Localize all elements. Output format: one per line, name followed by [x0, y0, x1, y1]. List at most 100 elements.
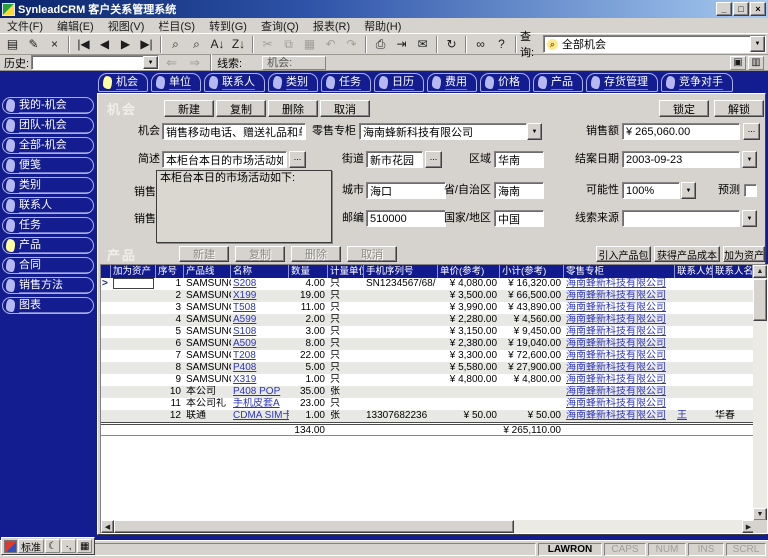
add-as-asset-button[interactable]: 加为资产 — [723, 246, 765, 262]
product-link[interactable]: A509 — [233, 338, 256, 349]
counter-link[interactable]: 海南蜂新科技有限公司 — [566, 278, 666, 289]
history-dropdown-button[interactable]: ▼ — [143, 56, 158, 69]
asset-cell-editor[interactable] — [113, 278, 154, 289]
edit-record-icon[interactable]: ✎ — [23, 35, 44, 54]
lead-source-input[interactable] — [622, 210, 740, 227]
col-asset[interactable]: 加为资产 — [111, 265, 156, 278]
back-icon[interactable]: ⇐ — [161, 53, 182, 72]
product-link[interactable]: S208 — [233, 278, 256, 289]
counter-dropdown-button[interactable]: ▼ — [527, 123, 542, 140]
zip-input[interactable] — [366, 210, 446, 227]
counter-link[interactable]: 海南蜂新科技有限公司 — [566, 350, 666, 361]
refresh-icon[interactable]: ↻ — [441, 35, 462, 54]
tab-opportunity[interactable]: 机会 — [98, 73, 148, 92]
menu-item-3[interactable]: 栏目(S) — [151, 18, 202, 34]
col-qty[interactable]: 数量 — [289, 265, 328, 278]
find-binoculars-icon[interactable]: ∞ — [470, 35, 491, 54]
sidebar-item-categories[interactable]: 类别 — [2, 177, 94, 194]
table-row[interactable]: 5SAMSUNGS1083.00只¥ 3,150.00¥ 9,450.00海南蜂… — [101, 326, 753, 338]
product-link[interactable]: CDMA SIM卡 — [233, 410, 289, 421]
contact-lastname-link[interactable]: 王 — [677, 410, 687, 421]
city-input[interactable] — [366, 182, 446, 199]
col-counter[interactable]: 零售专柜 — [564, 265, 675, 278]
counter-link[interactable]: 海南蜂新科技有限公司 — [566, 302, 666, 313]
amount-ellipsis-button[interactable]: ... — [743, 123, 760, 140]
counter-link[interactable]: 海南蜂新科技有限公司 — [566, 338, 666, 349]
get-product-cost-button[interactable]: 获得产品成本 — [654, 246, 720, 262]
close-date-dropdown-button[interactable]: ▼ — [742, 151, 757, 168]
counter-link[interactable]: 海南蜂新科技有限公司 — [566, 386, 666, 397]
opportunity-copy-button[interactable]: 复制 — [216, 100, 266, 117]
probability-dropdown-button[interactable]: ▼ — [681, 182, 696, 199]
counter-link[interactable]: 海南蜂新科技有限公司 — [566, 326, 666, 337]
new-record-icon[interactable]: ▤ — [2, 35, 23, 54]
ime-punctuation-icon[interactable]: ·, — [61, 539, 76, 553]
tab-company[interactable]: 单位 — [151, 73, 201, 92]
export-icon[interactable]: ⇥ — [391, 35, 412, 54]
summary-ellipsis-button[interactable]: ... — [289, 151, 306, 168]
tab-calendar[interactable]: 日历 — [374, 73, 424, 92]
counter-input[interactable] — [359, 123, 527, 140]
import-product-package-button[interactable]: 引入产品包 — [596, 246, 651, 262]
lock-button[interactable]: 锁定 — [659, 100, 709, 117]
menu-item-5[interactable]: 查询(Q) — [254, 18, 306, 34]
table-row[interactable]: 12联通CDMA SIM卡1.00张13307682236¥ 50.00¥ 50… — [101, 410, 753, 422]
query-combobox[interactable]: ⌕ 全部机会 ▼ — [543, 35, 766, 53]
province-input[interactable] — [494, 182, 544, 199]
sidebar-item-contacts[interactable]: 联系人 — [2, 197, 94, 214]
table-row[interactable]: 11本公司礼手机皮套A23.00只海南蜂新科技有限公司 — [101, 398, 753, 410]
col-price[interactable]: 单价(参考) — [438, 265, 500, 278]
sidebar-item-my-opportunities[interactable]: 我的-机会 — [2, 97, 94, 114]
tab-prices[interactable]: 价格 — [480, 73, 530, 92]
sidebar-item-tasks[interactable]: 任务 — [2, 217, 94, 234]
ime-keyboard-icon[interactable]: ▦ — [77, 539, 92, 553]
ime-logo-icon[interactable] — [4, 540, 17, 553]
menu-item-2[interactable]: 视图(V) — [101, 18, 152, 34]
counter-link[interactable]: 海南蜂新科技有限公司 — [566, 398, 666, 409]
prev-record-icon[interactable]: ◀ — [94, 35, 115, 54]
col-serial[interactable]: 手机序列号 — [364, 265, 438, 278]
product-link[interactable]: T208 — [233, 350, 256, 361]
col-unit[interactable]: 计量单位 — [328, 265, 364, 278]
scroll-left-button[interactable]: ◀ — [101, 520, 114, 533]
counter-link[interactable]: 海南蜂新科技有限公司 — [566, 290, 666, 301]
close-button[interactable]: × — [750, 2, 766, 16]
ime-mode-button[interactable]: 标准 — [18, 539, 44, 553]
col-line[interactable]: 产品线 — [184, 265, 231, 278]
region-input[interactable] — [494, 151, 544, 168]
opportunity-delete-button[interactable]: 删除 — [268, 100, 318, 117]
product-link[interactable]: X199 — [233, 290, 256, 301]
window-layout-icon[interactable]: ▥ — [748, 56, 764, 70]
table-row[interactable]: 8SAMSUNGP4085.00只¥ 5,580.00¥ 27,900.00海南… — [101, 362, 753, 374]
sidebar-item-sales-methods[interactable]: 销售方法 — [2, 277, 94, 294]
probability-input[interactable] — [622, 182, 680, 199]
street-ellipsis-button[interactable]: ... — [425, 151, 442, 168]
table-row[interactable]: >1SAMSUNGS2084.00只SN1234567/68/¥ 4,080.0… — [101, 278, 753, 290]
table-row[interactable]: 7SAMSUNGT20822.00只¥ 3,300.00¥ 72,600.00海… — [101, 350, 753, 362]
menu-item-4[interactable]: 转到(G) — [202, 18, 254, 34]
opportunity-name-input[interactable] — [162, 123, 306, 140]
last-record-icon[interactable]: ▶| — [136, 35, 157, 54]
query-dropdown-button[interactable]: ▼ — [750, 36, 765, 52]
table-row[interactable]: 4SAMSUNGA5992.00只¥ 2,280.00¥ 4,560.00海南蜂… — [101, 314, 753, 326]
vscroll-thumb[interactable] — [753, 279, 767, 321]
summary-input[interactable] — [162, 151, 287, 168]
col-last[interactable]: 联系人姓 — [675, 265, 713, 278]
counter-link[interactable]: 海南蜂新科技有限公司 — [566, 374, 666, 385]
tab-competitors[interactable]: 竞争对手 — [661, 73, 733, 92]
open-window-icon[interactable]: ▣ — [730, 56, 746, 70]
sidebar-item-contracts[interactable]: 合同 — [2, 257, 94, 274]
col-name[interactable]: 名称 — [231, 265, 289, 278]
hscroll-thumb[interactable] — [114, 520, 514, 533]
context-help-icon[interactable]: ? — [491, 35, 512, 54]
amount-input[interactable] — [622, 123, 740, 140]
table-row[interactable]: 6SAMSUNGA5098.00只¥ 2,380.00¥ 19,040.00海南… — [101, 338, 753, 350]
product-link[interactable]: X319 — [233, 374, 256, 385]
country-input[interactable] — [494, 210, 544, 227]
print-icon[interactable]: ⎙ — [370, 35, 391, 54]
menu-item-6[interactable]: 报表(R) — [306, 18, 357, 34]
minimize-button[interactable]: _ — [716, 2, 732, 16]
table-row[interactable]: 3SAMSUNGT50811.00只¥ 3,990.00¥ 43,890.00海… — [101, 302, 753, 314]
sidebar-item-products[interactable]: 产品 — [2, 237, 94, 254]
tab-contacts[interactable]: 联系人 — [204, 73, 265, 92]
